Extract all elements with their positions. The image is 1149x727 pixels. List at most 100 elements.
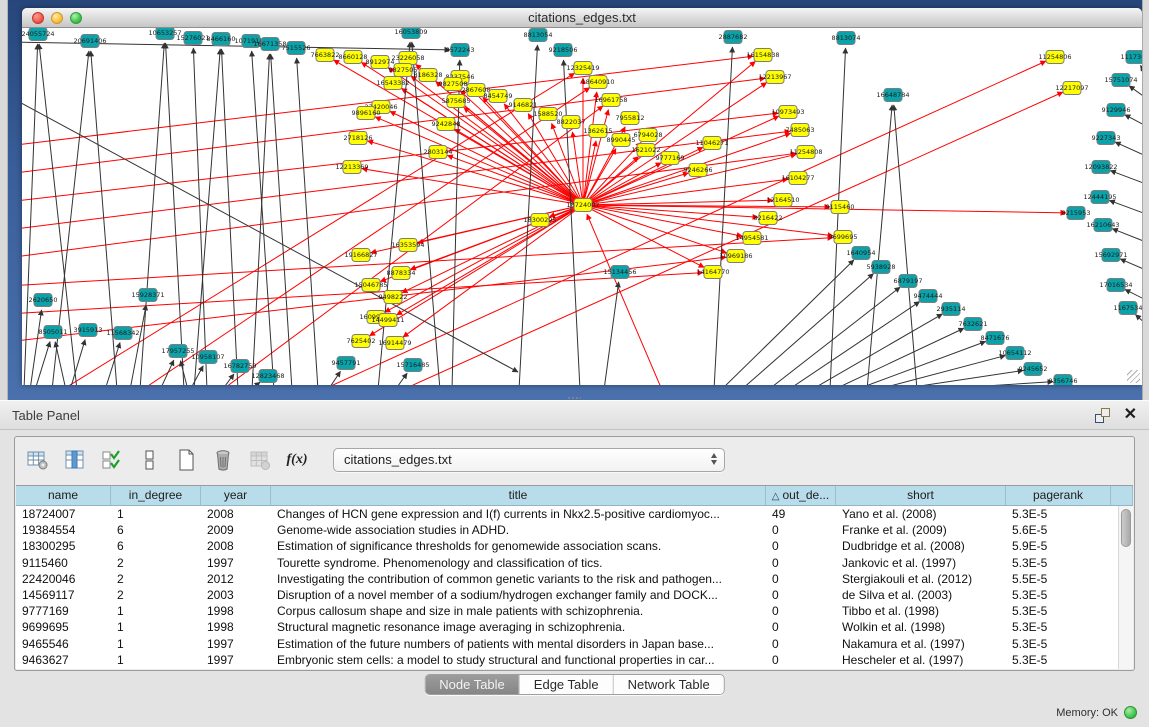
network-node[interactable]: 8813054	[524, 29, 553, 42]
table-row[interactable]: 946362711997Embryonic stem cells: a mode…	[16, 652, 1133, 668]
network-node[interactable]: 12823468	[251, 370, 284, 383]
network-canvas[interactable]: 24055724 20691406 10653257152760218466160 1…	[22, 28, 1142, 385]
table-row[interactable]: 946554611997Estimation of the future num…	[16, 636, 1133, 652]
network-node[interactable]: 15276021	[176, 32, 209, 45]
network-node[interactable]: 1167534	[1114, 302, 1142, 315]
network-node[interactable]: 8466160	[207, 33, 236, 46]
float-panel-icon[interactable]	[1095, 408, 1110, 423]
new-table-button[interactable]	[173, 447, 199, 473]
tab-edge-table[interactable]: Edge Table	[520, 675, 614, 694]
table-row[interactable]: 1938455462009Genome-wide association stu…	[16, 522, 1133, 538]
select-columns-button[interactable]	[99, 447, 125, 473]
network-node[interactable]: 1621022	[632, 144, 661, 157]
network-node[interactable]: 7515526	[282, 42, 311, 55]
network-node[interactable]: 12213967	[758, 71, 791, 84]
tab-network-table[interactable]: Network Table	[614, 675, 724, 694]
network-node[interactable]: 17016534	[1099, 279, 1132, 292]
network-node[interactable]: 2887682	[719, 31, 748, 44]
network-node[interactable]: 1117304	[1121, 51, 1142, 64]
network-node[interactable]: 7663822	[311, 49, 340, 62]
network-node[interactable]: 10653257	[148, 28, 181, 40]
network-node[interactable]: 10969186	[719, 250, 752, 263]
network-node[interactable]: 6879197	[894, 275, 923, 288]
column-header-title[interactable]: title	[271, 486, 766, 505]
network-node[interactable]: 5938928	[867, 261, 896, 274]
network-node[interactable]: 8990445	[607, 134, 636, 147]
network-node[interactable]: 20691406	[73, 35, 106, 48]
tab-node-table[interactable]: Node Table	[425, 675, 520, 694]
network-node[interactable]: 8813074	[832, 32, 861, 45]
column-header-year[interactable]: year	[201, 486, 271, 505]
network-node[interactable]: 16353594	[391, 239, 424, 252]
show-column-button[interactable]	[62, 447, 88, 473]
network-node[interactable]: 15751074	[1104, 74, 1137, 87]
network-node[interactable]: 8505011	[39, 326, 68, 339]
network-node[interactable]: 9356746	[1049, 375, 1078, 386]
column-header-out_de[interactable]: △out_de...	[766, 486, 836, 505]
network-node[interactable]: 9474444	[914, 290, 943, 303]
network-node[interactable]: 8660128	[339, 51, 368, 64]
network-node[interactable]: 10654112	[998, 347, 1031, 360]
network-node[interactable]: 16648784	[876, 89, 909, 102]
network-node[interactable]: 16914479	[378, 337, 411, 350]
network-node[interactable]: 15928371	[131, 289, 164, 302]
network-node[interactable]: 16104277	[781, 172, 814, 185]
network-node[interactable]: 15716485	[396, 359, 429, 372]
network-node[interactable]: 1640954	[847, 247, 876, 260]
network-node[interactable]: 14164770	[696, 266, 729, 279]
row-height-button[interactable]	[136, 447, 162, 473]
import-table-button[interactable]	[247, 447, 273, 473]
network-node[interactable]: 16053809	[394, 28, 427, 39]
network-node[interactable]: 8912974	[366, 56, 395, 69]
vertical-scrollbar[interactable]	[1118, 506, 1133, 669]
table-row[interactable]: 977716911998Corpus callosum shape and si…	[16, 603, 1133, 619]
network-node[interactable]: 11568342	[106, 327, 139, 340]
function-builder-button[interactable]: f(x)	[284, 447, 310, 473]
network-node[interactable]: 6794028	[634, 129, 663, 142]
network-node[interactable]: 24055724	[22, 28, 55, 41]
column-header-short[interactable]: short	[836, 486, 1006, 505]
network-node[interactable]: 12217097	[1055, 82, 1088, 95]
network-node[interactable]: 17957255	[161, 345, 194, 358]
network-node[interactable]: 9827505	[389, 64, 418, 77]
network-node[interactable]: 7955812	[616, 112, 645, 125]
network-node[interactable]: 2867608	[462, 84, 491, 97]
table-row[interactable]: 969969511998Structural magnetic resonanc…	[16, 619, 1133, 635]
network-node[interactable]: 7625402	[347, 335, 376, 348]
network-node[interactable]: 9218506	[549, 44, 578, 57]
delete-table-button[interactable]	[210, 447, 236, 473]
network-node[interactable]: 3915913	[74, 324, 103, 337]
network-node[interactable]: 18640910	[581, 76, 614, 89]
network-node[interactable]: 8216422	[754, 212, 783, 225]
network-node[interactable]: 8186328	[414, 69, 443, 82]
network-node[interactable]: 2935114	[937, 303, 966, 316]
column-header-name[interactable]: name	[16, 486, 111, 505]
network-node[interactable]: 2620650	[29, 294, 58, 307]
column-header-in_degree[interactable]: in_degree	[111, 486, 201, 505]
network-node[interactable]: 16782759	[223, 360, 256, 373]
network-node[interactable]: 9457791	[332, 357, 361, 370]
network-node[interactable]: 9129946	[1102, 104, 1131, 117]
table-row[interactable]: 1830029562008Estimation of significance …	[16, 538, 1133, 554]
close-panel-icon[interactable]: ✕	[1124, 407, 1137, 423]
network-node[interactable]: 2718126	[344, 132, 373, 145]
table-row[interactable]: 2242004622012Investigating the contribut…	[16, 571, 1133, 587]
table-row[interactable]: 911546021997Tourette syndrome. Phenomeno…	[16, 555, 1133, 571]
network-node[interactable]: 8471676	[981, 332, 1010, 345]
network-node[interactable]: 11254808	[789, 146, 822, 159]
network-node[interactable]: 16154838	[746, 49, 779, 62]
network-node[interactable]: 9245652	[1019, 363, 1048, 376]
network-node[interactable]: 16961758	[594, 94, 627, 107]
network-node[interactable]: 11254806	[1038, 51, 1071, 64]
window-resize-grip[interactable]	[1127, 370, 1140, 383]
network-node[interactable]: 12325419	[566, 62, 599, 75]
network-node[interactable]: 9699695	[829, 231, 858, 244]
column-header-pagerank[interactable]: pagerank	[1006, 486, 1111, 505]
window-titlebar[interactable]: citations_edges.txt	[22, 8, 1142, 28]
network-node[interactable]: 12213369	[335, 161, 368, 174]
table-row[interactable]: 1872400712008Changes of HCN gene express…	[16, 506, 1133, 522]
network-node[interactable]: 8454749	[484, 90, 513, 103]
table-row[interactable]: 1456911722003Disruption of a novel membe…	[16, 587, 1133, 603]
network-node[interactable]: 7485063	[786, 124, 815, 137]
network-node[interactable]: 23226058	[391, 52, 424, 65]
